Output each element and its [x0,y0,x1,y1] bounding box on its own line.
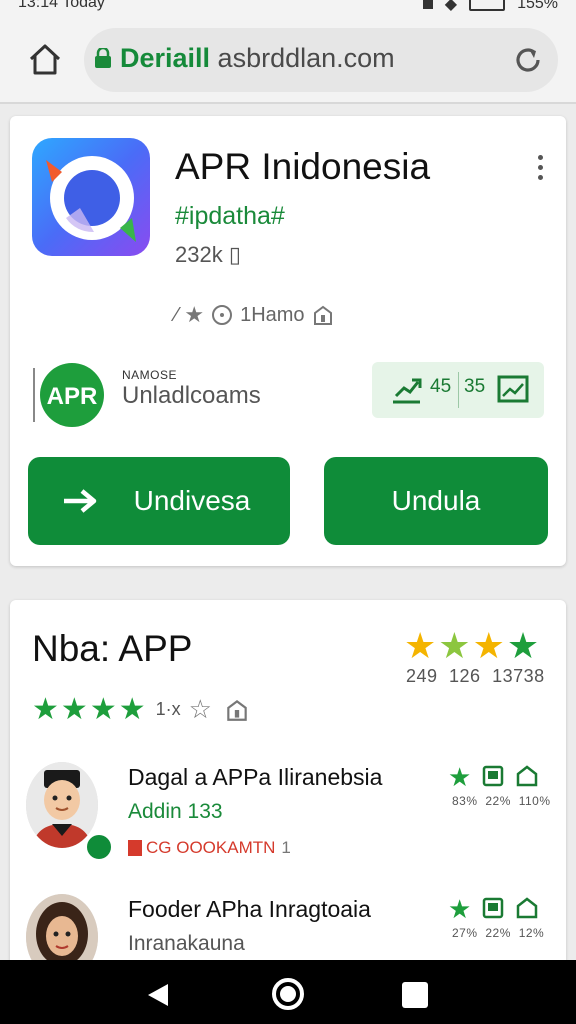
star-icon: ★ [60,692,88,726]
info-icon [227,699,247,721]
notification-icon [422,0,433,9]
app-card: APR Inidonesia #ipdatha# 232k ▯ ⁄ ★ 1Ham… [10,116,566,566]
rating-counts: 249 126 13738 [406,666,545,686]
rating-row: ★ ★ ★ ★ 1·x ☆ [32,694,250,725]
home-outline-icon [517,897,538,919]
stat-value-2: 35 [464,376,486,397]
star-icon: ★ [118,692,146,726]
back-icon[interactable] [146,982,170,1008]
app-icon[interactable] [32,138,150,256]
star-icon: ★ [438,625,471,666]
open-button[interactable]: Undula [324,457,548,545]
stat-value-1: 45 [430,376,452,397]
sparkle-icon: ⁄ [175,303,179,326]
meta-text: 1Hamo [240,303,305,326]
rating-text: 1·x [155,699,181,719]
status-time: 13:14 Today [18,0,105,11]
recents-icon[interactable] [402,982,428,1008]
item-tag: CG OOOKAMTN 1 [128,838,291,858]
star-icon: ★ [448,762,472,792]
publisher-logo-text: APR [47,383,98,410]
related-apps-card: Nba: APP ★ ★ ★ ★ 249 126 13738 ★ ★ ★ ★ 1… [10,600,566,980]
star-icon: ★ [506,625,540,666]
battery-icon [469,0,506,11]
avatar [26,762,98,848]
section-title: Nba: APP [32,628,193,669]
tablet-icon [483,897,504,919]
open-button-label: Undula [391,485,481,516]
outline-star-icon: ☆ [188,694,212,724]
item-title: Fooder APha Inragtoaia [128,896,371,922]
system-nav-bar [0,960,576,1024]
tag-marker-icon [128,840,142,856]
info-icon [313,305,332,325]
clock-icon [212,305,233,325]
url-text: Deriaill asbrddlan.com [120,43,395,73]
chart-box-icon [497,375,529,403]
star-icon: ★ [404,625,437,666]
app-logo-icon [46,156,136,242]
top-rating-stars: ★ ★ ★ ★ [404,628,539,664]
lock-icon [95,48,111,68]
star-icon: ★ [448,894,472,924]
app-tag: #ipdatha# [175,202,285,230]
home-nav-icon[interactable] [272,978,304,1010]
home-outline-icon [517,765,538,787]
verified-badge [84,832,114,862]
stat-box[interactable]: 45 35 [372,362,544,418]
item-percentages: 27% 22% 12% [452,926,545,940]
publisher-label: NAMOSE [122,368,178,382]
more-options-icon[interactable] [530,152,550,186]
list-item[interactable]: Dagal a APPa Iliranebsia Addin 133 CG OO… [10,758,566,878]
item-title: Dagal a APPa Iliranebsia [128,764,383,790]
battery-level: 155% [517,0,558,12]
stat-divider [458,372,459,408]
publisher-logo[interactable]: APR [32,358,106,432]
wifi-icon: ◆ [444,0,458,13]
item-subtitle: Addin 133 [128,800,223,823]
star-icon: ★ [32,692,59,726]
trending-up-icon [393,378,422,404]
reload-icon[interactable] [512,44,544,76]
app-meta-row: ⁄ ★ 1Hamo [175,302,335,328]
status-bar: 13:14 Today ◆ 155% [0,0,576,14]
install-button[interactable]: Undivesa [28,457,290,545]
star-icon: ★ [472,625,505,666]
status-icons: ◆ 155% [422,0,558,14]
app-size: 232k ▯ [175,242,241,267]
app-title: APR Inidonesia [175,146,431,187]
browser-toolbar: Deriaill asbrddlan.com [0,14,576,104]
item-percentages: 83% 22% 110% [452,794,551,808]
home-icon[interactable] [28,42,62,76]
install-button-label: Undivesa [133,485,251,516]
address-bar[interactable]: Deriaill asbrddlan.com [84,28,558,92]
item-icons: ★ [448,896,539,922]
item-icons: ★ [448,764,539,790]
tablet-icon [483,765,504,787]
publisher-name[interactable]: Unladlcoams [122,382,261,410]
download-size-icon: ▯ [228,242,241,267]
star-icon: ★ [184,302,205,327]
arrow-right-icon [64,489,97,513]
item-subtitle: Inranakauna [128,932,245,955]
star-icon: ★ [89,692,117,726]
